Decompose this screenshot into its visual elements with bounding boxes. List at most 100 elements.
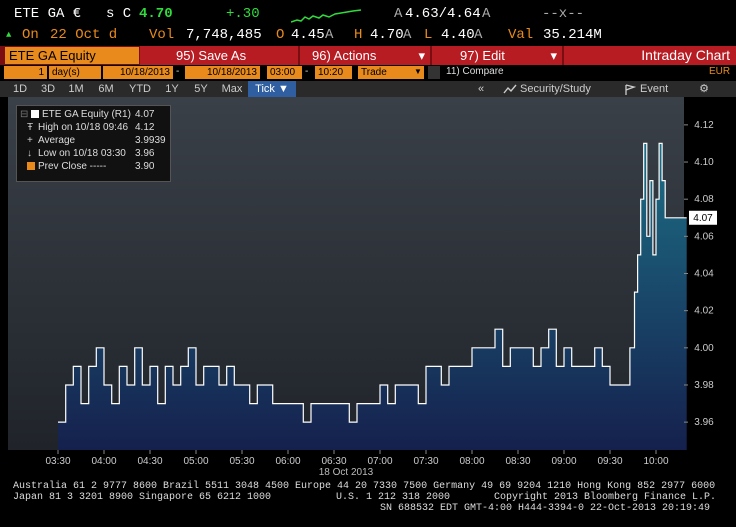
range-ytd[interactable]: YTD	[124, 81, 156, 97]
high-price: 4.70	[370, 27, 404, 43]
currency-label: EUR	[709, 66, 731, 77]
period-unit-field[interactable]: day(s)	[49, 66, 101, 79]
event-dropdown-icon[interactable]: ▼	[414, 67, 422, 76]
compare-button[interactable]: 11) Compare	[446, 66, 504, 77]
value-traded: 35.214M	[543, 27, 602, 43]
edit-label: 97) Edit	[460, 48, 505, 63]
time-separator: -	[305, 66, 309, 77]
range-6m[interactable]: 6M	[92, 81, 120, 97]
vol-label: Vol	[149, 27, 175, 43]
footer-contacts-line1: Australia 61 2 9777 8600 Brazil 5511 304…	[13, 481, 716, 492]
last-value-label: 4.07	[693, 213, 713, 224]
x-tick-label: 06:30	[321, 456, 346, 467]
up-arrow-icon: ▲	[6, 30, 12, 40]
collapse-icon[interactable]: «	[472, 81, 490, 97]
footer-session-info: SN 688532 EDT GMT-4:00 H444-3394-0 22-Oc…	[380, 503, 711, 514]
study-chart-icon[interactable]	[503, 83, 517, 95]
edit-dropdown-icon: ▾	[550, 48, 557, 63]
gear-icon[interactable]: ⚙	[696, 81, 712, 97]
end-time-field[interactable]: 10:20	[315, 66, 352, 79]
x-tick-label: 09:30	[597, 456, 622, 467]
open-suffix: A	[325, 27, 334, 43]
x-tick-label: 05:00	[183, 456, 208, 467]
footer-copyright: Copyright 2013 Bloomberg Finance L.P.	[494, 492, 717, 503]
ticker-input[interactable]: ETE GA Equity	[5, 47, 139, 64]
footer: Australia 61 2 9777 8600 Brazil 5511 304…	[0, 480, 736, 527]
legend-average-label: Average	[38, 135, 76, 146]
high-suffix: A	[403, 27, 412, 43]
date-separator: -	[176, 66, 180, 77]
high-label: H	[354, 27, 363, 43]
compare-toggle[interactable]	[428, 66, 440, 79]
range-max[interactable]: Max	[218, 81, 246, 97]
x-tick-label: 03:30	[45, 456, 70, 467]
x-tick-label: 06:00	[275, 456, 300, 467]
actions-dropdown-icon: ▾	[418, 48, 425, 63]
low-label: L	[424, 27, 433, 43]
page-title: Intraday Chart	[564, 46, 736, 65]
tick-dropdown[interactable]: Tick ▼	[248, 81, 296, 97]
y-tick-label: 3.98	[694, 380, 714, 391]
settings-row: 1 day(s) 10/18/2013 - 10/18/2013 03:00 -…	[0, 65, 736, 81]
x-tick-label: 07:00	[367, 456, 392, 467]
x-tick-label: 05:30	[229, 456, 254, 467]
save-as-button[interactable]: 95) Save As	[140, 46, 298, 65]
event-flag-icon[interactable]	[624, 84, 636, 95]
legend-low-value: 3.96	[135, 148, 155, 159]
x-axis-label: 18 Oct 2013	[319, 467, 374, 478]
quote-stats: ▲ On 22 Oct d Vol 7,748,485 O 4.45 A H 4…	[0, 25, 736, 45]
volume: 7,748,485	[186, 27, 262, 43]
period-number-field[interactable]: 1	[4, 66, 47, 79]
bid-ask: 4.63/4.64	[405, 6, 481, 22]
y-tick-label: 4.06	[694, 231, 714, 242]
start-time-field[interactable]: 03:00	[267, 66, 302, 79]
low-price: 4.40	[441, 27, 475, 43]
legend-high-label: High on 10/18 09:46	[38, 122, 129, 133]
legend-series-value: 4.07	[135, 109, 155, 120]
range-3d[interactable]: 3D	[36, 81, 60, 97]
range-toolbar: 1D 3D 1M 6M YTD 1Y 5Y Max Tick ▼ « Secur…	[0, 81, 736, 97]
y-tick-label: 3.96	[694, 417, 714, 428]
legend-high-value: 4.12	[135, 122, 155, 133]
low-suffix: A	[474, 27, 483, 43]
x-tick-label: 10:00	[643, 456, 668, 467]
legend-low-label: Low on 10/18 03:30	[38, 148, 126, 159]
end-date-field[interactable]: 10/18/2013	[185, 66, 260, 79]
actions-button[interactable]: 96) Actions ▾	[300, 46, 430, 65]
y-tick-label: 4.02	[694, 306, 714, 317]
legend-swatch-prev-close	[27, 162, 35, 170]
edit-button[interactable]: 97) Edit ▾	[432, 46, 562, 65]
security-study-button[interactable]: Security/Study	[520, 81, 606, 97]
legend-prev-close-value: 3.90	[135, 161, 155, 172]
y-tick-label: 4.12	[694, 120, 714, 131]
range-1y[interactable]: 1Y	[160, 81, 184, 97]
range-5y[interactable]: 5Y	[188, 81, 214, 97]
range-1m[interactable]: 1M	[64, 81, 88, 97]
side-indicator: s C	[106, 6, 132, 22]
range-1d[interactable]: 1D	[8, 81, 32, 97]
actions-label: 96) Actions	[312, 48, 377, 63]
price-change: +.30	[226, 6, 260, 22]
y-tick-label: 4.00	[694, 343, 714, 354]
quote-dash: --x--	[542, 6, 585, 22]
average-marker-icon: +	[27, 135, 33, 146]
sparkline-icon	[291, 9, 362, 23]
chart-legend[interactable]: ⊟ ETE GA Equity (R1) 4.07 Ŧ High on 10/1…	[16, 105, 171, 182]
event-button[interactable]: Event	[640, 81, 674, 97]
bid-label: A	[394, 6, 403, 22]
open-price: 4.45	[291, 27, 325, 43]
ask-suffix: A	[482, 6, 491, 22]
y-tick-label: 4.10	[694, 157, 714, 168]
y-tick-label: 4.04	[694, 269, 714, 280]
x-tick-label: 08:30	[505, 456, 530, 467]
legend-series-name: ETE GA Equity (R1)	[42, 109, 131, 120]
legend-tree-icon: ⊟	[20, 109, 29, 120]
y-tick-label: 4.08	[694, 194, 714, 205]
footer-us-contact: U.S. 1 212 318 2000	[336, 492, 451, 503]
x-tick-label: 04:30	[137, 456, 162, 467]
security-name: ETE GA €	[14, 6, 82, 22]
low-marker-icon: ↓	[27, 148, 32, 159]
open-label: O	[276, 27, 285, 43]
x-tick-label: 09:00	[551, 456, 576, 467]
start-date-field[interactable]: 10/18/2013	[103, 66, 173, 79]
